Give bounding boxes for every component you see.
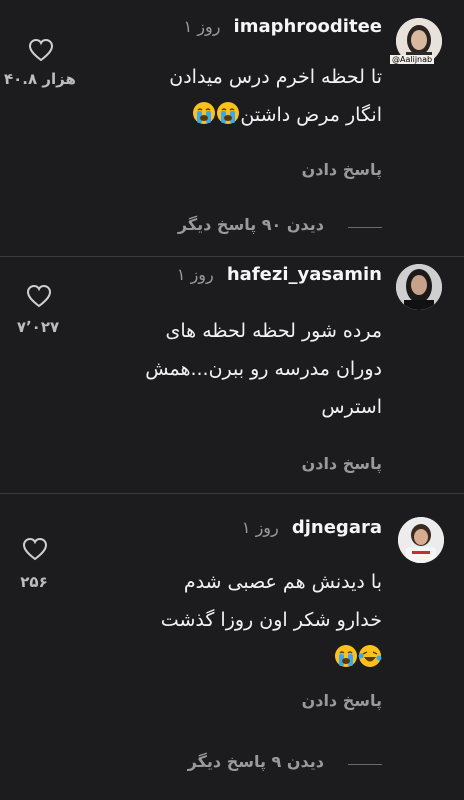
comment-1: @Aalijnab ۱ روز imaphrooditee ۴۰.۸ هزار … [0, 0, 464, 234]
comment-line: انگار مرض داشتن [240, 104, 382, 126]
comment-header: ۱ روز djnegara [242, 517, 382, 543]
like-heart-icon[interactable] [26, 284, 52, 308]
avatar[interactable] [396, 264, 442, 310]
more-replies-line [348, 227, 382, 228]
comment-emojis [62, 639, 382, 677]
comment-3: ۱ روز djnegara ۲۵۶ با دیدنش هم عصبی شدم … [0, 493, 464, 793]
comment-text: با دیدنش هم عصبی شدم خدارو شکر اون روزا … [62, 563, 382, 677]
like-heart-icon[interactable] [28, 38, 54, 62]
comment-time: ۱ روز [241, 518, 279, 537]
comment-header: ۱ روز hafezi_yasamin [177, 264, 382, 290]
comment-username[interactable]: hafezi_yasamin [227, 264, 382, 285]
comment-line: با دیدنش هم عصبی شدم [183, 571, 382, 593]
comment-text: مرده شور لحظه لحظه های دوران مدرسه رو بب… [62, 312, 382, 426]
comment-username[interactable]: imaphrooditee [234, 16, 382, 37]
crying-face-emoji [216, 101, 240, 125]
like-count: ۷٬۰۲۷ [16, 318, 60, 336]
view-more-replies-button[interactable]: دیدن ۹ پاسخ دیگر [188, 752, 324, 771]
reply-button[interactable]: پاسخ دادن [302, 691, 382, 710]
comment-header: ۱ روز imaphrooditee [184, 16, 382, 42]
reply-button[interactable]: پاسخ دادن [302, 454, 382, 473]
rolling-laughing-emoji [358, 644, 382, 668]
comment-line: مرده شور لحظه لحظه های [165, 320, 382, 342]
avatar-tag: @Aalijnab [390, 55, 435, 64]
comment-line: استرس [321, 396, 382, 418]
comment-2: ۱ روز hafezi_yasamin ۷٬۰۲۷ مرده شور لحظه… [0, 256, 464, 492]
comment-time: ۱ روز [176, 265, 214, 284]
comment-time: ۱ روز [183, 17, 221, 36]
comment-text: تا لحظه اخرم درس میدادن انگار مرض داشتن [82, 58, 382, 134]
crying-face-emoji [334, 644, 358, 668]
crying-face-emoji [192, 101, 216, 125]
like-count: ۴۰.۸ هزار [4, 70, 76, 88]
comment-line: تا لحظه اخرم درس میدادن [169, 66, 382, 88]
like-heart-icon[interactable] [22, 537, 48, 561]
reply-button[interactable]: پاسخ دادن [302, 160, 382, 179]
comment-line-with-emojis: انگار مرض داشتن [82, 96, 382, 134]
more-replies-line [348, 764, 382, 765]
like-count: ۲۵۶ [20, 573, 48, 591]
comment-line: خدارو شکر اون روزا گذشت [160, 609, 382, 631]
avatar[interactable] [398, 517, 444, 563]
comment-username[interactable]: djnegara [292, 517, 382, 538]
view-more-replies-button[interactable]: دیدن ۹۰ پاسخ دیگر [178, 215, 324, 234]
comment-line: دوران مدرسه رو ببرن...همش [145, 358, 382, 380]
